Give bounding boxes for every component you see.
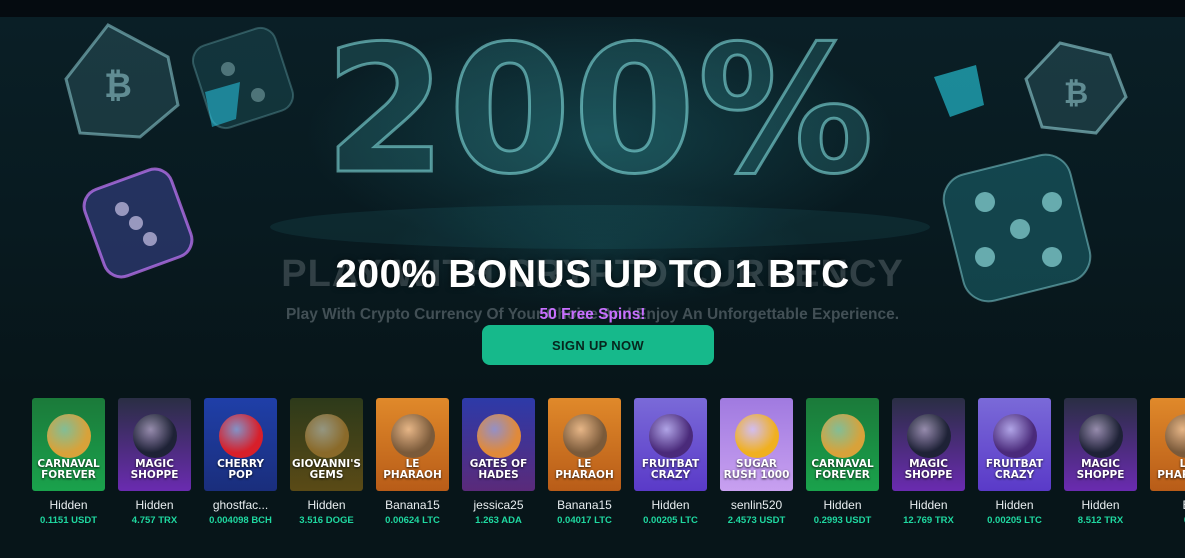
winner-username: Hidden (49, 498, 88, 512)
game-card[interactable]: FRUITBAT CRAZY Hidden 0.00205 LTC (634, 398, 707, 558)
game-thumbnail[interactable]: FRUITBAT CRAZY (978, 398, 1051, 491)
top-strip (0, 0, 1185, 17)
game-thumbnail[interactable]: MAGIC SHOPPE (892, 398, 965, 491)
winner-username: ghostfac... (212, 498, 269, 512)
game-title: CARNAVAL FOREVER (37, 457, 100, 481)
game-title: MAGIC SHOPPE (130, 457, 179, 481)
svg-text:₿: ₿ (104, 66, 132, 106)
game-thumbnail[interactable]: FRUITBAT CRAZY (634, 398, 707, 491)
game-card[interactable]: MAGIC SHOPPE Hidden 4.757 TRX (118, 398, 191, 558)
winner-username: Hidden (135, 498, 174, 512)
hades-warrior-icon (476, 414, 521, 458)
win-amount: 0.00205 LTC (987, 515, 1042, 526)
torch-explorer-icon (304, 414, 349, 458)
game-title: CARNAVAL FOREVER (811, 457, 874, 481)
cherry-icon (218, 414, 263, 458)
game-card[interactable]: CARNAVAL FOREVER Hidden 0.1151 USDT (32, 398, 105, 558)
winner-username: Hidden (995, 498, 1034, 512)
top-hat-icon (1078, 414, 1123, 458)
winner-username: Hidden (823, 498, 862, 512)
top-hat-icon (906, 414, 951, 458)
game-thumbnail[interactable]: MAGIC SHOPPE (118, 398, 191, 491)
crystal-icon (934, 65, 984, 117)
win-amount: 1.263 ADA (475, 515, 522, 526)
win-amount: 0.1151 USDT (39, 515, 98, 526)
game-title: GATES OF HADES (469, 457, 528, 481)
game-card[interactable]: CARNAVAL FOREVER Hidden 0.2993 USDT (806, 398, 879, 558)
game-thumbnail[interactable]: CARNAVAL FOREVER (806, 398, 879, 491)
winner-username: Hidden (307, 498, 346, 512)
game-thumbnail[interactable]: LE PHARAOH (548, 398, 621, 491)
game-card[interactable]: GIOVANNI'S GEMS Hidden 3.516 DOGE (290, 398, 363, 558)
winner-username: Hidden (909, 498, 948, 512)
win-amount: 4.757 TRX (131, 515, 178, 526)
game-card[interactable]: LE PHARAOH B 0 (1150, 398, 1185, 558)
fruit-bat-icon (992, 414, 1037, 458)
win-amount: 0.2993 USDT (813, 515, 872, 526)
game-title: GIOVANNI'S GEMS (292, 457, 361, 481)
bonus-percent-graphic: 200% (323, 17, 876, 213)
win-amount: 3.516 DOGE (299, 515, 354, 526)
win-amount: 0.004098 BCH (209, 515, 272, 526)
game-title: LE PHARAOH (1157, 457, 1185, 481)
win-amount: 0 (1150, 515, 1185, 526)
hexagon-bitcoin-icon: ₿ (1024, 41, 1128, 135)
win-amount: 12.769 TRX (903, 515, 954, 526)
winner-username: jessica25 (473, 498, 524, 512)
win-amount: 0.00624 LTC (385, 515, 440, 526)
raccoon-pharaoh-icon (1164, 414, 1185, 458)
game-title: CHERRY POP (217, 457, 264, 481)
candy-egg-icon (734, 414, 779, 458)
game-thumbnail[interactable]: MAGIC SHOPPE (1064, 398, 1137, 491)
game-thumbnail[interactable]: CARNAVAL FOREVER (32, 398, 105, 491)
game-thumbnail[interactable]: LE PHARAOH (376, 398, 449, 491)
game-card[interactable]: SUGAR RUSH 1000 senlin520 2.4573 USDT (720, 398, 793, 558)
game-thumbnail[interactable]: CHERRY POP (204, 398, 277, 491)
game-thumbnail[interactable]: GATES OF HADES (462, 398, 535, 491)
raccoon-pharaoh-icon (390, 414, 435, 458)
win-amount: 2.4573 USDT (727, 515, 786, 526)
top-hat-icon (132, 414, 177, 458)
game-title: FRUITBAT CRAZY (641, 457, 700, 481)
recent-wins-strip: CARNAVAL FOREVER Hidden 0.1151 USDT MAGIC S… (32, 398, 1185, 558)
raccoon-pharaoh-icon (562, 414, 607, 458)
game-thumbnail[interactable]: SUGAR RUSH 1000 (720, 398, 793, 491)
win-amount: 0.00205 LTC (643, 515, 698, 526)
carnival-dancer-icon (820, 414, 865, 458)
game-title: LE PHARAOH (383, 457, 442, 481)
winner-username: B (1150, 498, 1185, 512)
fruit-bat-icon (648, 414, 693, 458)
game-card[interactable]: FRUITBAT CRAZY Hidden 0.00205 LTC (978, 398, 1051, 558)
game-card[interactable]: GATES OF HADES jessica25 1.263 ADA (462, 398, 535, 558)
game-thumbnail[interactable]: LE PHARAOH (1150, 398, 1185, 491)
game-title: SUGAR RUSH 1000 (723, 457, 790, 481)
game-title: FRUITBAT CRAZY (985, 457, 1044, 481)
sign-up-button[interactable]: SIGN UP NOW (482, 325, 714, 365)
game-card[interactable]: CHERRY POP ghostfac... 0.004098 BCH (204, 398, 277, 558)
winner-username: senlin520 (730, 498, 783, 512)
winner-username: Banana15 (557, 498, 612, 512)
game-card[interactable]: MAGIC SHOPPE Hidden 12.769 TRX (892, 398, 965, 558)
win-amount: 0.04017 LTC (557, 515, 612, 526)
game-title: MAGIC SHOPPE (904, 457, 953, 481)
hexagon-bitcoin-icon: ₿ (64, 23, 180, 139)
bonus-headline: 200% BONUS UP TO 1 BTC (335, 253, 850, 296)
win-amount: 8.512 TRX (1077, 515, 1124, 526)
game-title: LE PHARAOH (555, 457, 614, 481)
game-thumbnail[interactable]: GIOVANNI'S GEMS (290, 398, 363, 491)
carnival-dancer-icon (46, 414, 91, 458)
svg-text:₿: ₿ (1064, 76, 1088, 111)
game-card[interactable]: LE PHARAOH Banana15 0.04017 LTC (548, 398, 621, 558)
free-spins-text: 50 Free Spins! (539, 306, 646, 323)
winner-username: Hidden (1081, 498, 1120, 512)
winner-username: Banana15 (385, 498, 440, 512)
game-card[interactable]: MAGIC SHOPPE Hidden 8.512 TRX (1064, 398, 1137, 558)
winner-username: Hidden (651, 498, 690, 512)
game-card[interactable]: LE PHARAOH Banana15 0.00624 LTC (376, 398, 449, 558)
game-title: MAGIC SHOPPE (1076, 457, 1125, 481)
